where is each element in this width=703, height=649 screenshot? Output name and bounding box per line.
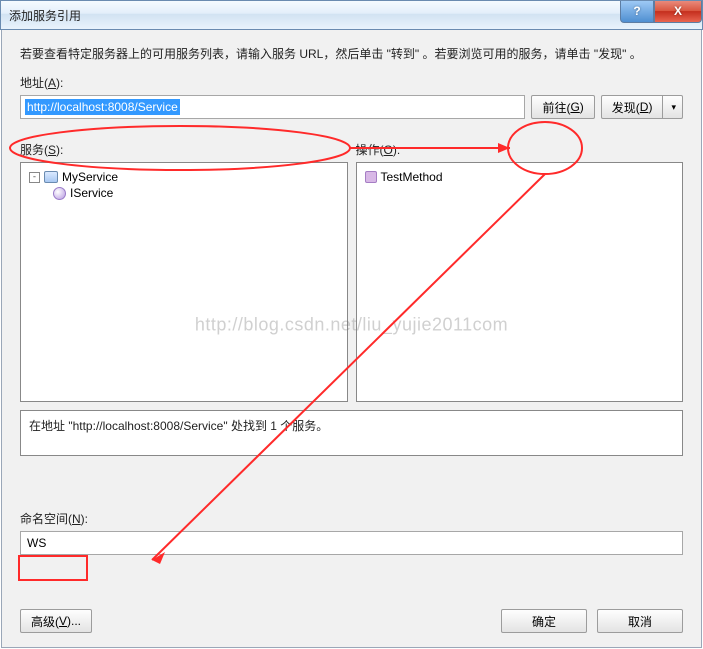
operation-icon: [365, 171, 377, 183]
titlebar: 添加服务引用 ? X: [0, 0, 703, 30]
window-title: 添加服务引用: [9, 7, 81, 24]
operations-listbox[interactable]: TestMethod: [356, 162, 684, 402]
services-label: 服务(S):: [20, 141, 348, 158]
footer: 高级(V)... 确定 取消: [20, 609, 683, 633]
address-value: http://localhost:8008/Service: [25, 99, 180, 115]
close-button[interactable]: X: [654, 1, 702, 23]
intro-text: 若要查看特定服务器上的可用服务列表，请输入服务 URL，然后单击 "转到" 。若…: [20, 44, 683, 64]
help-button[interactable]: ?: [620, 1, 654, 23]
tree-item-label: IService: [70, 186, 113, 200]
interface-icon: [53, 187, 66, 200]
operations-list-item[interactable]: TestMethod: [365, 169, 675, 185]
service-icon: [44, 171, 58, 183]
tree-item-label: MyService: [62, 170, 118, 184]
address-row: http://localhost:8008/Service 前往(G) 发现(D…: [20, 95, 683, 119]
go-button[interactable]: 前往(G): [531, 95, 594, 119]
address-label: 地址(A):: [20, 74, 683, 91]
cancel-button[interactable]: 取消: [597, 609, 683, 633]
chevron-down-icon: ▾: [671, 102, 676, 113]
namespace-label: 命名空间(N):: [20, 510, 683, 527]
advanced-button[interactable]: 高级(V)...: [20, 609, 92, 633]
status-text: 在地址 "http://localhost:8008/Service" 处找到 …: [29, 419, 328, 433]
window-buttons: ? X: [620, 1, 702, 29]
discover-button-group: 发现(D) ▾: [601, 95, 683, 119]
ok-button[interactable]: 确定: [501, 609, 587, 633]
services-listbox[interactable]: - MyService IService: [20, 162, 348, 402]
tree-expander-icon[interactable]: -: [29, 172, 40, 183]
services-column: 服务(S): - MyService IService: [20, 133, 348, 402]
columns: 服务(S): - MyService IService 操作(O): TestMet…: [20, 133, 683, 402]
operations-column: 操作(O): TestMethod: [356, 133, 684, 402]
operations-label: 操作(O):: [356, 141, 684, 158]
operation-label: TestMethod: [381, 170, 443, 184]
address-input[interactable]: http://localhost:8008/Service: [20, 95, 525, 119]
status-box: 在地址 "http://localhost:8008/Service" 处找到 …: [20, 410, 683, 456]
dialog-body: 若要查看特定服务器上的可用服务列表，请输入服务 URL，然后单击 "转到" 。若…: [1, 30, 702, 648]
discover-dropdown-button[interactable]: ▾: [663, 95, 683, 119]
services-tree-item[interactable]: - MyService: [29, 169, 339, 185]
namespace-input[interactable]: [20, 531, 683, 555]
discover-button[interactable]: 发现(D): [601, 95, 664, 119]
footer-right: 确定 取消: [501, 609, 683, 633]
services-tree-item[interactable]: IService: [29, 185, 339, 201]
